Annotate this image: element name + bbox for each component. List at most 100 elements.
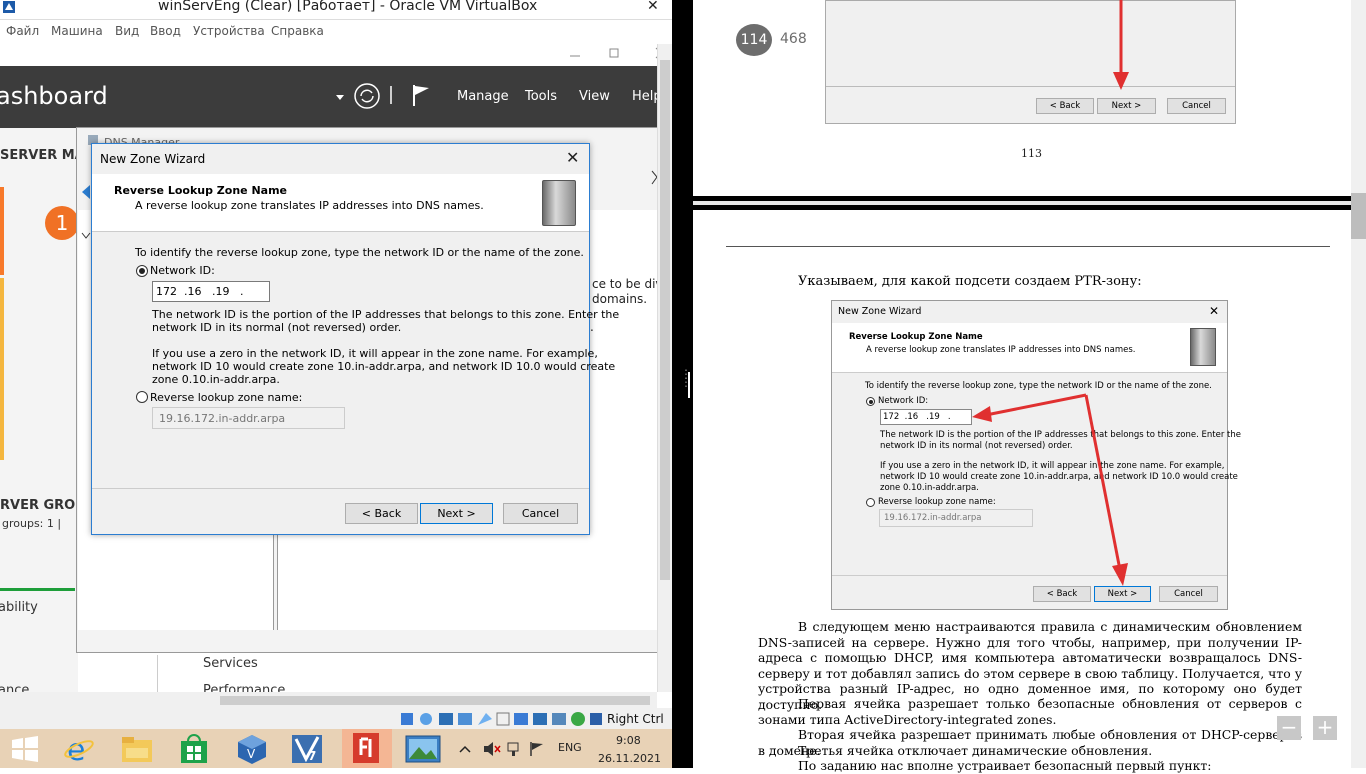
pdf-scrollbar[interactable]: [1351, 0, 1366, 768]
vbox-close-button[interactable]: ✕: [647, 0, 659, 14]
sidebar-title: SERVER MA: [0, 148, 85, 163]
divider: [157, 655, 158, 695]
menu-devices[interactable]: Устройства: [193, 24, 265, 38]
reverse-zone-radio[interactable]: [136, 391, 148, 403]
clock-time[interactable]: 9:08: [616, 734, 641, 747]
nav-tools[interactable]: Tools: [525, 89, 557, 104]
cancel-button[interactable]: Cancel: [503, 503, 578, 524]
network-id-help-2: network ID in its normal (not reversed) …: [152, 321, 402, 334]
internet-explorer-icon[interactable]: e: [62, 733, 96, 765]
wizard-subheading: A reverse lookup zone translates IP addr…: [135, 199, 484, 212]
embedded-zero-3: zone 0.10.in-addr.arpa.: [880, 483, 979, 493]
network-id-input[interactable]: 172 .16 .19 .: [152, 281, 270, 302]
vbox-window-title: winServEng (Clear) [Работает] - Oracle V…: [158, 0, 538, 14]
server-icon: [542, 180, 576, 226]
network-id-help-1: The network ID is the portion of the IP …: [152, 308, 620, 321]
virtualbox-window: winServEng (Clear) [Работает] - Oracle V…: [0, 0, 672, 768]
system-tray-icons[interactable]: [458, 740, 553, 758]
status-green-bar: [0, 588, 75, 591]
wizard-title: New Zone Wizard: [100, 152, 206, 166]
dns-text-line2: domains.: [592, 292, 648, 306]
wizard-instruction: To identify the reverse lookup zone, typ…: [135, 246, 584, 259]
image-viewer-icon[interactable]: [404, 733, 442, 765]
guest-window-controls[interactable]: [568, 46, 668, 60]
paragraph-2: Первая ячейка разрешает только безопасны…: [758, 696, 1302, 727]
pdf-reader-icon: [353, 733, 379, 763]
embedded-network-radio: [866, 397, 875, 406]
embedded-server-icon: [1190, 328, 1216, 366]
total-pages: 468: [780, 31, 807, 47]
embedded-next-button-top: Next >: [1097, 98, 1156, 114]
network-id-label: Network ID:: [150, 264, 215, 277]
vertical-scroll-thumb[interactable]: [660, 60, 670, 580]
embedded-separator-top: [826, 86, 1235, 87]
tile-yellow-bar: [0, 278, 4, 460]
server-groups-title: RVER GROU: [0, 498, 86, 513]
wizard-close-button[interactable]: ✕: [566, 148, 579, 167]
refresh-flag-icons[interactable]: [334, 82, 434, 112]
store-icon[interactable]: [178, 734, 210, 764]
horizontal-scroll-thumb[interactable]: [220, 696, 650, 705]
nav-manage[interactable]: Manage: [457, 89, 509, 104]
embedded-network-label: Network ID:: [878, 396, 929, 406]
embedded-cancel-button-top: Cancel: [1167, 98, 1226, 114]
svg-text:V: V: [247, 747, 256, 761]
embedded-reverse-radio: [866, 498, 875, 507]
paragraph-4: Третья ячейка отключает динамические обн…: [798, 743, 1153, 758]
split-handle-icon[interactable]: ⋮ ⋮: [680, 368, 692, 388]
server-manager-title: ashboard: [0, 82, 108, 110]
embedded-wizard-title: New Zone Wizard: [838, 306, 922, 317]
zoom-out-button[interactable]: −: [1277, 716, 1301, 740]
paragraph-5: По заданию нас вполне устраивает безопас…: [798, 758, 1212, 773]
server-groups-count: groups: 1 |: [2, 517, 62, 530]
red-arrows-icon: [972, 393, 1128, 586]
start-windows-icon[interactable]: [10, 736, 40, 762]
tile-orange-bar: [0, 187, 4, 275]
dns-text-line1: ce to be divi: [592, 277, 666, 291]
menu-view[interactable]: Вид: [115, 24, 139, 38]
wizard-separator: [92, 488, 589, 489]
pdf-caption: Указываем, для какой подсети создаем PTR…: [798, 274, 1142, 289]
file-explorer-icon[interactable]: [120, 734, 154, 764]
pdf-scroll-thumb[interactable]: [1351, 193, 1366, 239]
next-button[interactable]: Next >: [420, 503, 493, 524]
menu-file[interactable]: Файл: [6, 24, 39, 38]
services-link[interactable]: Services: [203, 656, 258, 671]
nav-view[interactable]: View: [579, 89, 610, 104]
svg-text:7: 7: [308, 749, 316, 763]
back-button[interactable]: < Back: [345, 503, 418, 524]
embedded-heading: Reverse Lookup Zone Name: [849, 332, 983, 342]
page-number-113: 113: [1021, 147, 1042, 160]
wizard-heading: Reverse Lookup Zone Name: [114, 184, 288, 197]
clock-date[interactable]: 26.11.2021: [598, 752, 661, 765]
current-page-badge[interactable]: 114: [736, 24, 772, 56]
language-indicator[interactable]: ENG: [558, 741, 582, 754]
embedded-subheading: A reverse lookup zone translates IP addr…: [866, 345, 1136, 355]
dns-text-line3: .: [590, 320, 594, 334]
host-key-label: Right Ctrl: [607, 712, 664, 726]
red-arrow-icon: [1113, 0, 1129, 90]
zoom-in-button[interactable]: +: [1313, 716, 1337, 740]
reverse-zone-label: Reverse lookup zone name:: [150, 391, 303, 404]
reverse-zone-input[interactable]: 19.16.172.in-addr.arpa: [152, 407, 345, 429]
vbox-app-icon: [3, 1, 15, 13]
embedded-close-icon: ✕: [1209, 304, 1220, 318]
virtualbox-taskbar-icon[interactable]: V: [236, 733, 268, 765]
zero-help-2: network ID 10 would create zone 10.in-ad…: [152, 360, 616, 373]
vmware-7-icon[interactable]: 7: [290, 733, 324, 765]
menu-input[interactable]: Ввод: [150, 24, 181, 38]
vbox-device-icons[interactable]: [400, 711, 605, 727]
manageability-label: ability: [0, 600, 38, 615]
zero-help-3: zone 0.10.in-addr.arpa.: [152, 373, 280, 386]
page-header-rule: [726, 246, 1330, 247]
zero-help-1: If you use a zero in the network ID, it …: [152, 347, 598, 360]
menu-help[interactable]: Справка: [271, 24, 324, 38]
embedded-back-button-top: < Back: [1036, 98, 1094, 114]
network-id-radio[interactable]: [136, 265, 148, 277]
embedded-cancel-button: Cancel: [1159, 586, 1218, 602]
split-handle-bar[interactable]: [688, 372, 690, 398]
embedded-network-input: 172 .16 .19 .: [880, 409, 972, 425]
step-badge: 1: [45, 206, 79, 240]
menu-machine[interactable]: Машина: [51, 24, 103, 38]
page-gap-light: [693, 201, 1366, 205]
